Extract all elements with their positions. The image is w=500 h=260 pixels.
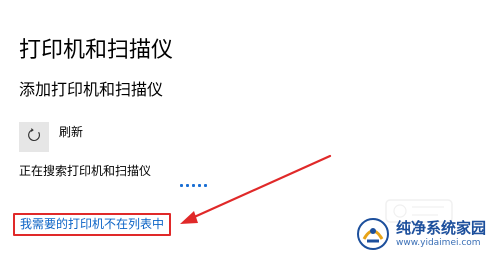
progress-dot <box>186 184 189 187</box>
refresh-button[interactable] <box>19 122 49 152</box>
progress-dot <box>180 184 183 187</box>
page-title: 打印机和扫描仪 <box>19 38 174 63</box>
watermark-title: 纯净系统家园 <box>396 219 487 237</box>
refresh-label[interactable]: 刷新 <box>59 124 83 140</box>
watermark-url: www.yidaimei.com <box>396 238 481 248</box>
progress-dot <box>204 184 207 187</box>
refresh-icon <box>26 127 42 147</box>
watermark-logo-icon <box>357 218 389 250</box>
site-watermark: 纯净系统家园 www.yidaimei.com <box>356 214 492 254</box>
printer-not-listed-link[interactable]: 我需要的打印机不在列表中 <box>13 213 172 236</box>
search-status-text: 正在搜索打印机和扫描仪 <box>19 164 152 178</box>
progress-dot <box>198 184 201 187</box>
search-progress-indicator <box>180 184 207 188</box>
progress-dot <box>192 184 195 187</box>
section-title: 添加打印机和扫描仪 <box>19 80 164 99</box>
